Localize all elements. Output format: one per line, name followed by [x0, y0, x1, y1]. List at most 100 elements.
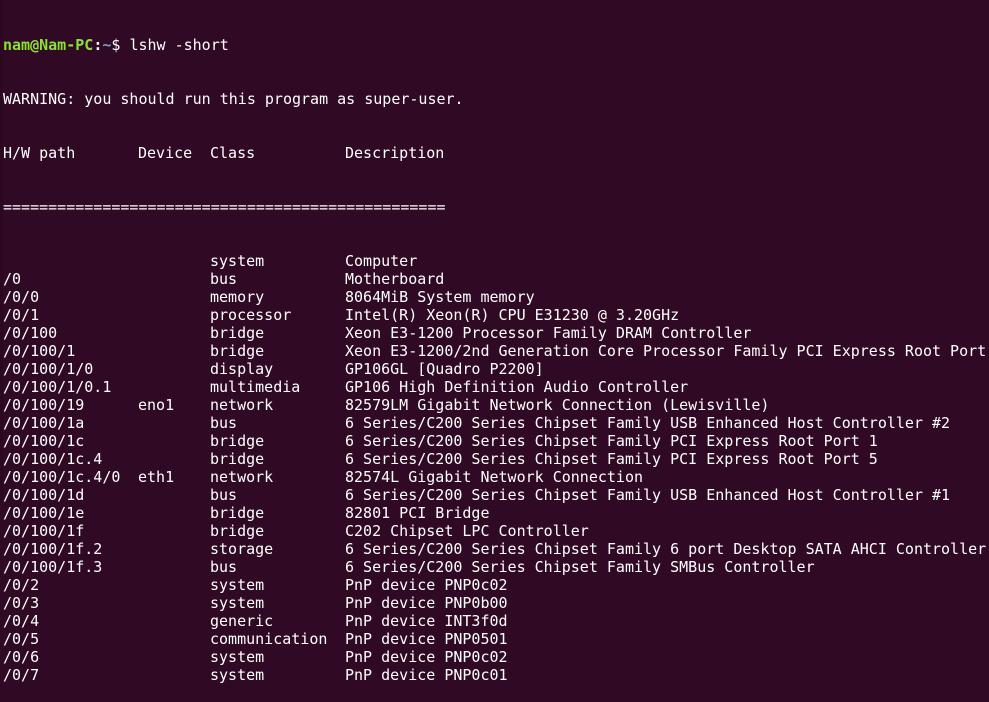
table-row: /0/100/1/0.1 multimedia GP106 High Definit… — [3, 378, 989, 396]
row-class: system — [210, 648, 265, 666]
row-description: Intel(R) Xeon(R) CPU E31230 @ 3.20GHz — [345, 306, 680, 324]
row-path: /0/4 — [3, 612, 40, 630]
table-row: /0/2 system PnP device PNP0c02 — [3, 576, 989, 594]
prompt-command: lshw -short — [129, 36, 229, 54]
table-row: /0/100/19 eno1 network 82579LM Gigabit Netw… — [3, 396, 989, 414]
row-description: 8064MiB System memory — [345, 288, 535, 306]
row-class: display — [210, 360, 274, 378]
row-description: 6 Series/C200 Series Chipset Family PCI … — [345, 432, 878, 450]
row-description: Xeon E3-1200 Processor Family DRAM Contr… — [345, 324, 752, 342]
header-device: Device — [138, 144, 193, 162]
prompt-user-host: nam@Nam-PC — [3, 36, 94, 54]
row-path: /0/100/1f.3 — [3, 558, 103, 576]
table-row: /0/100 bridge Xeon E3-1200 Processor Famil… — [3, 324, 989, 342]
row-description: PnP device PNP0c02 — [345, 576, 508, 594]
row-class: memory — [210, 288, 265, 306]
row-description: PnP device PNP0c02 — [345, 648, 508, 666]
row-description: 6 Series/C200 Series Chipset Family USB … — [345, 414, 951, 432]
row-class: bridge — [210, 432, 265, 450]
table-row: /0/7 system PnP device PNP0c01 — [3, 666, 989, 684]
row-description: GP106 High Definition Audio Controller — [345, 378, 689, 396]
row-path: /0/2 — [3, 576, 40, 594]
row-description: PnP device PNP0b00 — [345, 594, 508, 612]
row-class: multimedia — [210, 378, 301, 396]
row-path: /0/100/1f — [3, 522, 85, 540]
warning-line: WARNING: you should run this program as … — [3, 90, 464, 108]
table-row: /0 bus Motherboard — [3, 270, 989, 288]
row-description: PnP device INT3f0d — [345, 612, 508, 630]
row-path: /0/100/1d — [3, 486, 85, 504]
row-path: /0/100/1e — [3, 504, 85, 522]
row-description: 82574L Gigabit Network Connection — [345, 468, 644, 486]
row-path: /0/6 — [3, 648, 40, 666]
row-path: /0/100/1/0 — [3, 360, 94, 378]
row-class: communication — [210, 630, 328, 648]
row-path: /0/0 — [3, 288, 40, 306]
table-row: /0/100/1d bus 6 Series/C200 Series Chipset… — [3, 486, 989, 504]
table-row: /0/100/1c.4 bridge 6 Series/C200 Series Ch… — [3, 450, 989, 468]
row-path: /0/100 — [3, 324, 58, 342]
row-description: Xeon E3-1200/2nd Generation Core Process… — [345, 342, 987, 360]
row-description: PnP device PNP0501 — [345, 630, 508, 648]
row-path: /0/100/1/0.1 — [3, 378, 112, 396]
row-class: network — [210, 396, 274, 414]
row-path: /0/100/1a — [3, 414, 85, 432]
table-row: /0/1 processor Intel(R) Xeon(R) CPU E31230… — [3, 306, 989, 324]
row-path: /0/100/1c.4 — [3, 450, 103, 468]
header-class: Class — [210, 144, 256, 162]
row-class: bus — [210, 486, 238, 504]
row-description: C202 Chipset LPC Controller — [345, 522, 589, 540]
row-description: 6 Series/C200 Series Chipset Family SMBu… — [345, 558, 815, 576]
row-class: system — [210, 666, 265, 684]
table-row: /0/100/1 bridge Xeon E3-1200/2nd Generatio… — [3, 342, 989, 360]
row-class: bridge — [210, 522, 265, 540]
table-row: /0/4 generic PnP device INT3f0d — [3, 612, 989, 630]
prompt-line: nam@Nam-PC:~$ lshw -short — [3, 36, 989, 54]
table-row: /0/100/1c bridge 6 Series/C200 Series Chip… — [3, 432, 989, 450]
row-class: storage — [210, 540, 274, 558]
row-path: /0/100/1 — [3, 342, 76, 360]
row-class: system — [210, 576, 265, 594]
terminal-output[interactable]: nam@Nam-PC:~$ lshw -short WARNING: you s… — [3, 0, 989, 684]
table-header: H/W path Device Class Description — [3, 144, 989, 162]
row-class: bridge — [210, 450, 265, 468]
row-path: /0/3 — [3, 594, 40, 612]
row-class: bridge — [210, 324, 265, 342]
row-path: /0/5 — [3, 630, 40, 648]
row-class: bus — [210, 414, 238, 432]
table-row: /0/100/1c.4/0 eth1 network 82574L Gigabit N… — [3, 468, 989, 486]
row-class: system — [210, 594, 265, 612]
header-path: H/W path — [3, 144, 76, 162]
row-description: GP106GL [Quadro P2200] — [345, 360, 544, 378]
header-description: Description — [345, 144, 445, 162]
hardware-list: system Computer/0 bus Motherboard/0/0 memory… — [3, 252, 989, 684]
row-class: system — [210, 252, 265, 270]
row-class: bridge — [210, 504, 265, 522]
table-row: /0/100/1/0 display GP106GL [Quadro P2200] — [3, 360, 989, 378]
table-row: /0/100/1a bus 6 Series/C200 Series Chipset… — [3, 414, 989, 432]
row-description: Motherboard — [345, 270, 445, 288]
row-class: network — [210, 468, 274, 486]
table-row: /0/100/1f.2 storage 6 Series/C200 Series C… — [3, 540, 989, 558]
row-description: PnP device PNP0c01 — [345, 666, 508, 684]
row-description: 6 Series/C200 Series Chipset Family USB … — [345, 486, 951, 504]
table-row: /0/100/1f bridge C202 Chipset LPC Controll… — [3, 522, 989, 540]
table-row: /0/3 system PnP device PNP0b00 — [3, 594, 989, 612]
row-device: eno1 — [138, 396, 175, 414]
row-description: 82801 PCI Bridge — [345, 504, 490, 522]
table-row: /0/100/1f.3 bus 6 Series/C200 Series Chips… — [3, 558, 989, 576]
table-row: /0/0 memory 8064MiB System memory — [3, 288, 989, 306]
row-description: 6 Series/C200 Series Chipset Family 6 po… — [345, 540, 987, 558]
row-class: bridge — [210, 342, 265, 360]
row-path: /0/100/1c.4/0 — [3, 468, 121, 486]
row-device: eth1 — [138, 468, 175, 486]
row-path: /0 — [3, 270, 22, 288]
row-path: /0/100/1f.2 — [3, 540, 103, 558]
row-path: /0/100/19 — [3, 396, 85, 414]
prompt-symbol: $ — [111, 36, 130, 54]
row-path: /0/7 — [3, 666, 40, 684]
prompt-separator: : — [93, 36, 103, 54]
row-path: /0/100/1c — [3, 432, 85, 450]
table-row: /0/100/1e bridge 82801 PCI Bridge — [3, 504, 989, 522]
table-row: /0/5 communication PnP device PNP0501 — [3, 630, 989, 648]
